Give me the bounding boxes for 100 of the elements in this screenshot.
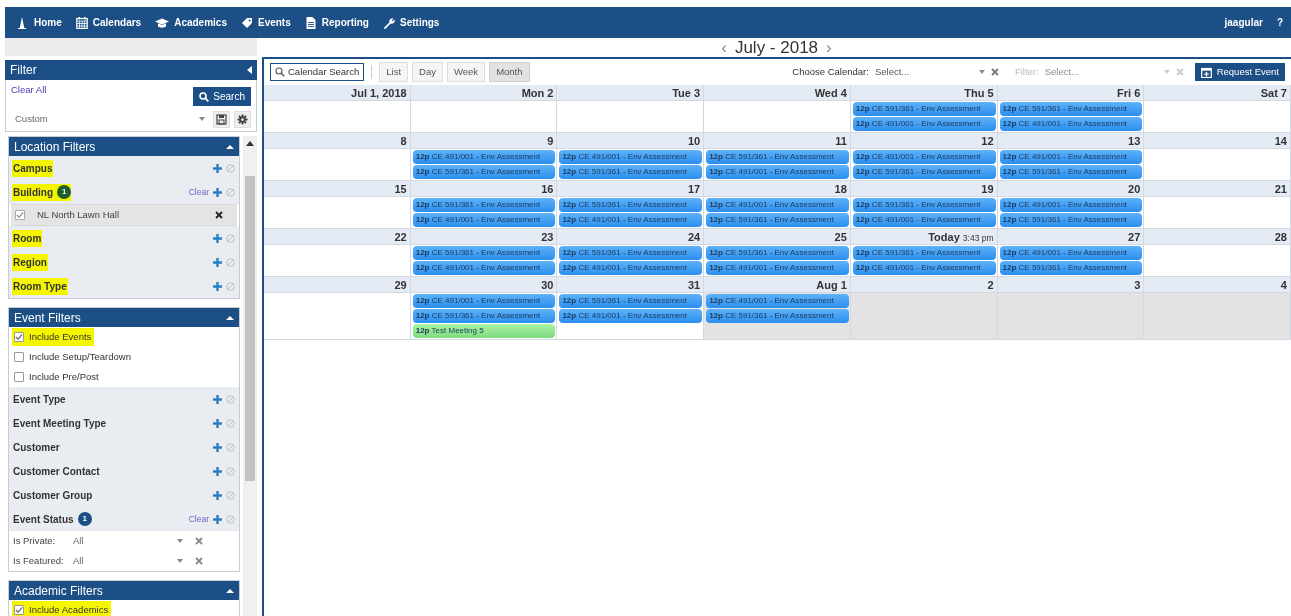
- day-cell[interactable]: 12p CE 491/001 - Env Assessment 12p CE 591/361 - Env Assessment: [997, 197, 1145, 229]
- calendar-event[interactable]: 12p CE 591/361 - Env Assessment: [852, 198, 996, 212]
- calendar-event[interactable]: 12p CE 491/001 - Env Assessment: [412, 294, 556, 308]
- previous-month-button[interactable]: ‹: [721, 39, 727, 56]
- plus-icon[interactable]: [213, 514, 222, 524]
- day-cell[interactable]: [1144, 149, 1291, 181]
- section-header[interactable]: Academic Filters: [9, 581, 239, 601]
- day-cell[interactable]: 12p CE 591/361 - Env Assessment 12p CE 491/001 - Env Assessment: [557, 293, 705, 340]
- blocked-icon[interactable]: [226, 490, 235, 500]
- save-icon[interactable]: [213, 110, 230, 128]
- calendar-event[interactable]: 12p CE 491/001 - Env Assessment: [706, 294, 849, 308]
- calendar-event[interactable]: 12p CE 591/361 - Env Assessment: [852, 165, 996, 179]
- calendar-event[interactable]: 12p CE 491/001 - Env Assessment: [999, 117, 1143, 131]
- day-cell[interactable]: 12p CE 591/361 - Env Assessment 12p CE 491/001 - Env Assessment: [557, 197, 705, 229]
- day-cell[interactable]: [1144, 101, 1291, 133]
- day-cell[interactable]: [1144, 197, 1291, 229]
- day-cell[interactable]: [997, 293, 1145, 340]
- nav-link[interactable]: Home: [17, 15, 62, 30]
- plus-icon[interactable]: [213, 442, 222, 452]
- filter-label[interactable]: Event Status: [12, 510, 75, 528]
- plus-icon[interactable]: [213, 233, 222, 243]
- calendar-event[interactable]: 12p CE 491/001 - Env Assessment: [706, 261, 849, 275]
- blocked-icon[interactable]: [226, 233, 235, 243]
- nav-link[interactable]: Reporting: [304, 15, 369, 30]
- day-cell[interactable]: [264, 149, 411, 181]
- plus-icon[interactable]: [213, 187, 222, 197]
- collapse-icon[interactable]: [247, 66, 252, 74]
- nav-link[interactable]: Academics: [155, 15, 227, 30]
- calendar-event[interactable]: 12p CE 491/001 - Env Assessment: [412, 213, 556, 227]
- calendar-event[interactable]: 12p CE 491/001 - Env Assessment: [999, 198, 1143, 212]
- day-cell[interactable]: 12p CE 591/361 - Env Assessment 12p CE 491/001 - Env Assessment: [850, 101, 998, 133]
- clear-all-link[interactable]: Clear All: [11, 83, 47, 98]
- blocked-icon[interactable]: [226, 163, 235, 173]
- day-cell[interactable]: 12p CE 491/001 - Env Assessment 12p CE 591/361 - Env Assessment: [997, 245, 1145, 277]
- day-cell[interactable]: 12p CE 591/361 - Env Assessment 12p CE 491/001 - Env Assessment: [704, 149, 851, 181]
- dropdown-field[interactable]: All: [73, 534, 183, 549]
- calendar-event[interactable]: 12p CE 591/361 - Env Assessment: [412, 198, 556, 212]
- filter-label[interactable]: Campus: [12, 159, 54, 177]
- nav-link[interactable]: Events: [240, 15, 291, 30]
- calendar-event[interactable]: 12p CE 591/361 - Env Assessment: [852, 246, 996, 260]
- day-cell[interactable]: [557, 101, 705, 133]
- section-header[interactable]: Location Filters: [9, 137, 239, 157]
- remove-icon[interactable]: [215, 211, 223, 220]
- day-cell[interactable]: 12p CE 591/361 - Env Assessment 12p CE 491/001 - Env Assessment: [997, 101, 1145, 133]
- collapse-icon[interactable]: [226, 144, 234, 149]
- blocked-icon[interactable]: [226, 394, 235, 404]
- day-cell[interactable]: [704, 101, 851, 133]
- day-cell[interactable]: [264, 245, 411, 277]
- day-cell[interactable]: 12p CE 491/001 - Env Assessment 12p CE 591/361 - Env Assessment: [704, 197, 851, 229]
- calendar-event[interactable]: 12p CE 591/361 - Env Assessment: [559, 246, 703, 260]
- calendar-event[interactable]: 12p CE 591/361 - Env Assessment: [852, 102, 996, 116]
- scrollbar[interactable]: [243, 136, 257, 616]
- calendar-event[interactable]: 12p CE 491/001 - Env Assessment: [852, 213, 996, 227]
- calendar-event[interactable]: 12p CE 491/001 - Env Assessment: [412, 150, 556, 164]
- calendar-event[interactable]: 12p CE 491/001 - Env Assessment: [412, 261, 556, 275]
- calendar-event[interactable]: 12p CE 591/361 - Env Assessment: [706, 213, 849, 227]
- checkbox[interactable]: [14, 372, 24, 383]
- calendar-event[interactable]: 12p Test Meeting 5: [412, 324, 556, 338]
- checkbox[interactable]: [15, 210, 25, 221]
- calendar-search-button[interactable]: Calendar Search: [270, 62, 365, 82]
- filter-label[interactable]: Room Type: [12, 277, 68, 295]
- blocked-icon[interactable]: [226, 257, 235, 267]
- day-cell[interactable]: 12p CE 491/001 - Env Assessment 12p CE 591/361 - Env Assessment 12p Test Meeting 5: [410, 293, 558, 340]
- view-tab[interactable]: List: [379, 61, 409, 83]
- filter-label[interactable]: Building: [12, 183, 54, 201]
- calendar-event[interactable]: 12p CE 491/001 - Env Assessment: [559, 150, 703, 164]
- calendar-event[interactable]: 12p CE 491/001 - Env Assessment: [559, 261, 703, 275]
- blocked-icon[interactable]: [226, 514, 235, 524]
- calendar-event[interactable]: 12p CE 491/001 - Env Assessment: [999, 246, 1143, 260]
- request-event-button[interactable]: Request Event: [1194, 62, 1285, 82]
- day-cell[interactable]: [264, 197, 411, 229]
- select-field[interactable]: Select...: [874, 64, 985, 80]
- calendar-event[interactable]: 12p CE 591/361 - Env Assessment: [559, 198, 703, 212]
- day-cell[interactable]: [1144, 293, 1291, 340]
- clear-icon[interactable]: [990, 68, 999, 76]
- calendar-event[interactable]: 12p CE 491/001 - Env Assessment: [559, 309, 703, 323]
- calendar-event[interactable]: 12p CE 591/361 - Env Assessment: [706, 150, 849, 164]
- search-button[interactable]: Search: [193, 87, 251, 106]
- calendar-event[interactable]: 12p CE 591/361 - Env Assessment: [412, 246, 556, 260]
- day-cell[interactable]: 12p CE 491/001 - Env Assessment 12p CE 591/361 - Env Assessment: [410, 149, 558, 181]
- plus-icon[interactable]: [213, 394, 222, 404]
- filter-label[interactable]: Room: [12, 229, 43, 247]
- filter-label[interactable]: Region: [12, 253, 48, 271]
- plus-icon[interactable]: [213, 281, 222, 291]
- view-tab[interactable]: Week: [447, 61, 486, 83]
- blocked-icon[interactable]: [226, 281, 235, 291]
- day-cell[interactable]: 12p CE 491/001 - Env Assessment 12p CE 591/361 - Env Assessment: [704, 293, 851, 340]
- calendar-event[interactable]: 12p CE 591/361 - Env Assessment: [999, 213, 1143, 227]
- calendar-event[interactable]: 12p CE 591/361 - Env Assessment: [412, 165, 556, 179]
- day-cell[interactable]: 12p CE 491/001 - Env Assessment 12p CE 591/361 - Env Assessment: [850, 149, 998, 181]
- day-cell[interactable]: 12p CE 591/361 - Env Assessment 12p CE 491/001 - Env Assessment: [557, 245, 705, 277]
- calendar-event[interactable]: 12p CE 591/361 - Env Assessment: [999, 102, 1143, 116]
- dropdown-field[interactable]: All: [73, 554, 183, 569]
- plus-icon[interactable]: [213, 490, 222, 500]
- view-tab[interactable]: Day: [412, 61, 443, 83]
- calendar-event[interactable]: 12p CE 491/001 - Env Assessment: [852, 117, 996, 131]
- day-cell[interactable]: [410, 101, 558, 133]
- day-cell[interactable]: 12p CE 591/361 - Env Assessment 12p CE 491/001 - Env Assessment: [850, 197, 998, 229]
- plus-icon[interactable]: [213, 418, 222, 428]
- calendar-event[interactable]: 12p CE 591/361 - Env Assessment: [412, 309, 556, 323]
